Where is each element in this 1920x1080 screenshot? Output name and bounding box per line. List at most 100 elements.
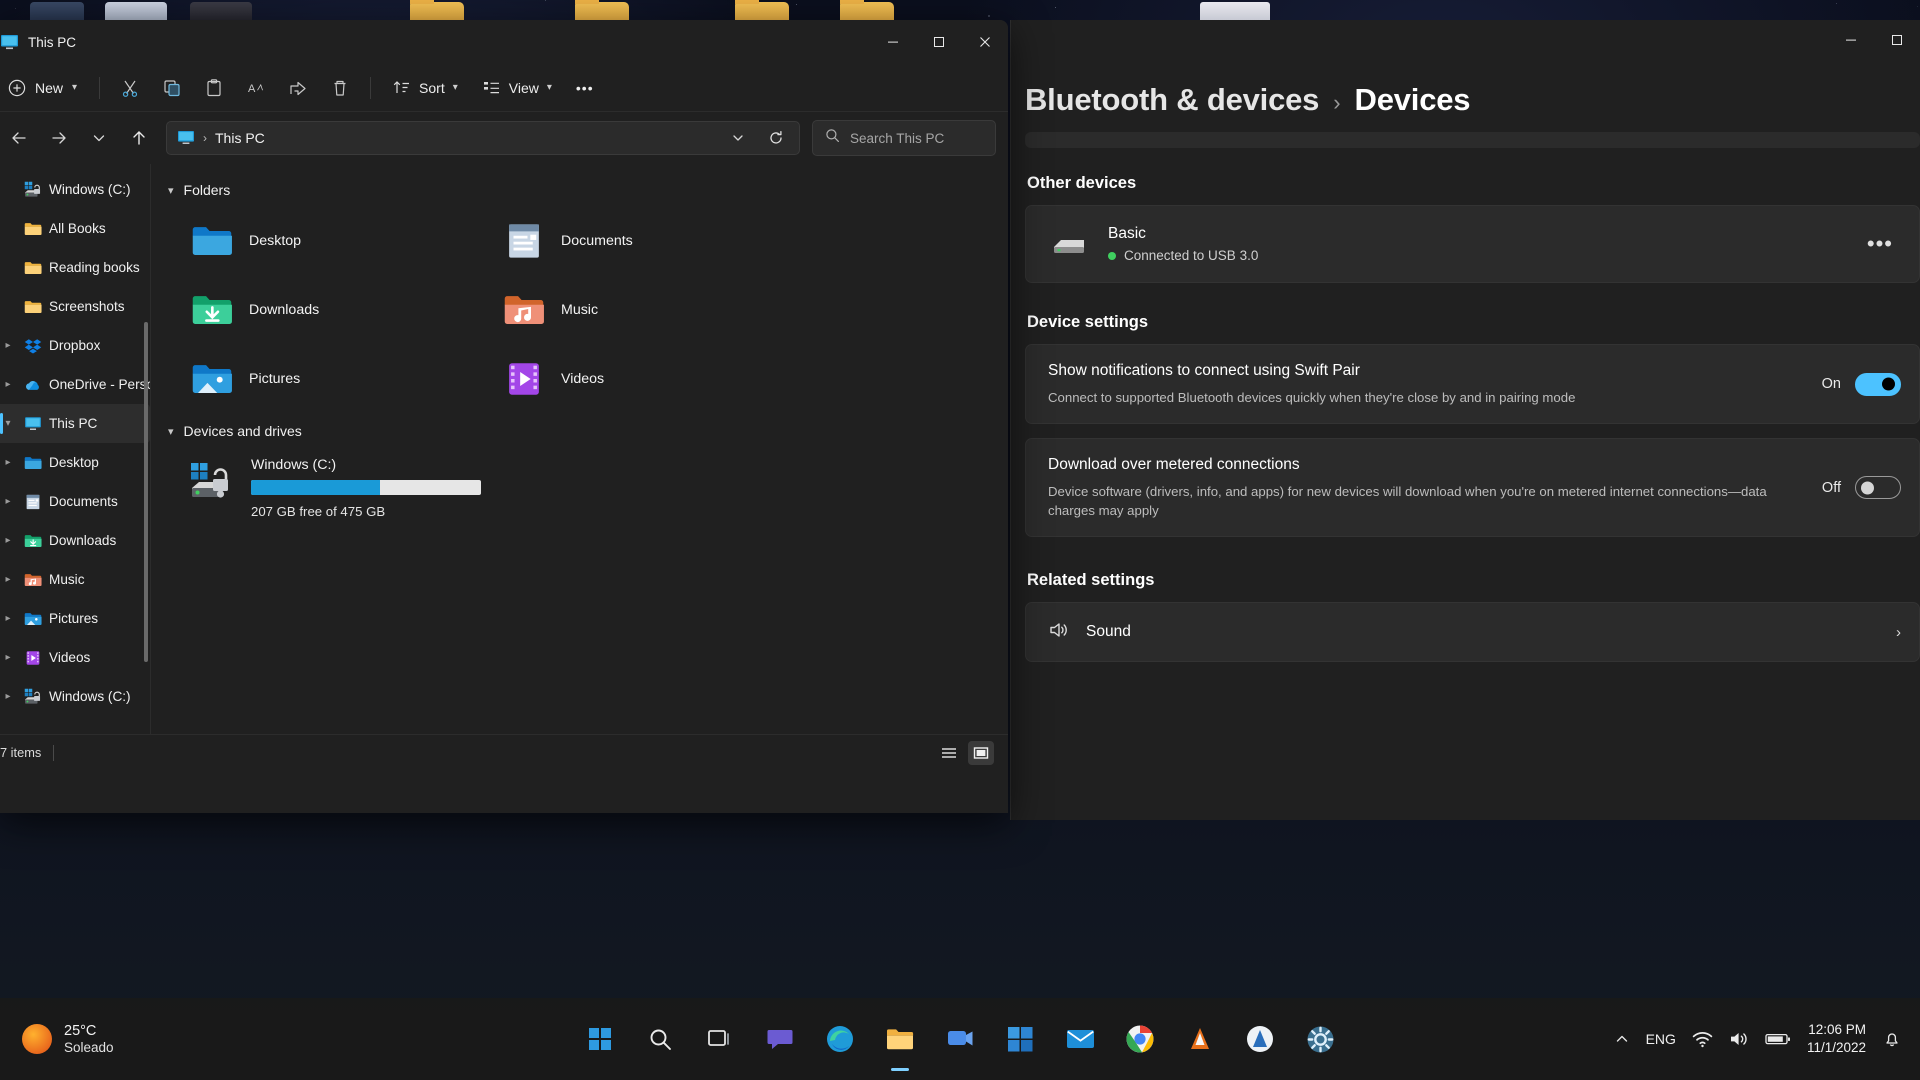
navigation-pane-scrollbar[interactable] bbox=[144, 322, 148, 662]
sidebar-item-this-pc[interactable]: ▾ This PC bbox=[0, 404, 150, 443]
settings-titlebar[interactable] bbox=[1011, 20, 1920, 68]
option-metered-download[interactable]: Download over metered connections Device… bbox=[1025, 438, 1920, 538]
view-button-label: View bbox=[508, 79, 539, 96]
related-setting-sound[interactable]: Sound › bbox=[1025, 602, 1920, 663]
task-view-icon[interactable] bbox=[698, 1017, 742, 1061]
folder-tile-documents[interactable]: Documents bbox=[477, 206, 789, 275]
sidebar-item-downloads[interactable]: ▸ Downloads bbox=[0, 521, 150, 560]
metered-download-toggle[interactable] bbox=[1855, 476, 1901, 500]
drive-item-windows-c[interactable]: Windows (C:) 207 GB free of 475 GB bbox=[165, 447, 1008, 519]
sidebar-item-desktop[interactable]: ▸ Desktop bbox=[0, 443, 150, 482]
chevron-right-icon[interactable]: ▸ bbox=[0, 496, 16, 507]
paste-icon[interactable] bbox=[194, 71, 234, 105]
settings-maximize-button[interactable] bbox=[1874, 20, 1920, 60]
edge-icon[interactable] bbox=[818, 1017, 862, 1061]
copy-icon[interactable] bbox=[152, 71, 192, 105]
up-arrow-icon[interactable] bbox=[120, 121, 158, 155]
option-swift-pair[interactable]: Show notifications to connect using Swif… bbox=[1025, 344, 1920, 425]
folder-tile-downloads[interactable]: Downloads bbox=[165, 275, 477, 344]
more-options-button[interactable]: ••• bbox=[565, 73, 605, 103]
folders-group-header[interactable]: ▾ Folders bbox=[168, 182, 1008, 198]
sidebar-item-label: This PC bbox=[49, 416, 98, 431]
swift-pair-toggle[interactable] bbox=[1855, 372, 1901, 396]
settings-gear-icon[interactable] bbox=[1298, 1017, 1342, 1061]
recent-locations-chevron-down-icon[interactable] bbox=[80, 121, 118, 155]
explorer-navigation-bar: › This PC Search This PC bbox=[0, 112, 1008, 164]
downloads-folder-icon bbox=[23, 531, 42, 550]
device-card-basic[interactable]: Basic Connected to USB 3.0 ••• bbox=[1025, 205, 1920, 283]
toolbar-divider bbox=[370, 76, 372, 99]
taskbar-clock[interactable]: 12:06 PM 11/1/2022 bbox=[1807, 1021, 1866, 1056]
sidebar-item-pictures[interactable]: ▸ Pictures bbox=[0, 599, 150, 638]
language-indicator[interactable]: ENG bbox=[1646, 1031, 1676, 1047]
folder-tile-label: Music bbox=[561, 301, 599, 318]
device-more-options-button[interactable]: ••• bbox=[1859, 227, 1901, 261]
chrome-icon[interactable] bbox=[1118, 1017, 1162, 1061]
breadcrumb-parent[interactable]: Bluetooth & devices bbox=[1025, 82, 1319, 118]
option-state-label: On bbox=[1821, 376, 1841, 393]
sidebar-item-all-books[interactable]: All Books bbox=[0, 209, 150, 248]
new-button[interactable]: New ▾ bbox=[0, 72, 89, 104]
share-icon[interactable] bbox=[278, 71, 318, 105]
battery-icon[interactable] bbox=[1765, 1032, 1791, 1046]
chevron-right-icon[interactable]: ▸ bbox=[0, 652, 16, 663]
folder-tile-videos[interactable]: Videos bbox=[477, 344, 789, 413]
address-bar[interactable]: › This PC bbox=[166, 121, 800, 155]
list-view-icon[interactable] bbox=[936, 741, 962, 765]
rename-icon[interactable]: A bbox=[236, 71, 276, 105]
refresh-icon[interactable] bbox=[761, 124, 791, 152]
chevron-right-icon[interactable]: ▸ bbox=[0, 457, 16, 468]
forward-arrow-icon[interactable] bbox=[40, 121, 78, 155]
sidebar-item-reading-books[interactable]: Reading books bbox=[0, 248, 150, 287]
drives-group-header[interactable]: ▾ Devices and drives bbox=[168, 423, 1008, 439]
taskbar-search-icon[interactable] bbox=[638, 1017, 682, 1061]
vlc-icon[interactable] bbox=[1178, 1017, 1222, 1061]
sidebar-item-screenshots[interactable]: Screenshots bbox=[0, 287, 150, 326]
sidebar-item-music[interactable]: ▸ Music bbox=[0, 560, 150, 599]
chevron-right-icon[interactable]: ▸ bbox=[0, 535, 16, 546]
mail-icon[interactable] bbox=[1058, 1017, 1102, 1061]
chevron-right-icon[interactable]: ▸ bbox=[0, 574, 16, 585]
folder-tile-pictures[interactable]: Pictures bbox=[165, 344, 477, 413]
folder-tile-music[interactable]: Music bbox=[477, 275, 789, 344]
file-explorer-icon[interactable] bbox=[878, 1017, 922, 1061]
explorer-maximize-button[interactable] bbox=[916, 26, 962, 58]
volume-icon[interactable] bbox=[1729, 1030, 1749, 1048]
explorer-close-button[interactable] bbox=[962, 26, 1008, 58]
sidebar-item-dropbox[interactable]: ▸ Dropbox bbox=[0, 326, 150, 365]
start-button[interactable] bbox=[578, 1017, 622, 1061]
chat-icon[interactable] bbox=[758, 1017, 802, 1061]
chevron-down-icon[interactable]: ▾ bbox=[0, 418, 16, 429]
microsoft-store-icon[interactable] bbox=[998, 1017, 1042, 1061]
chevron-right-icon[interactable]: ▸ bbox=[0, 340, 16, 351]
chevron-up-icon[interactable] bbox=[1614, 1031, 1630, 1047]
svg-text:A: A bbox=[248, 83, 256, 95]
search-input[interactable]: Search This PC bbox=[812, 120, 996, 156]
cut-icon[interactable] bbox=[110, 71, 150, 105]
chevron-right-icon[interactable]: ▸ bbox=[0, 613, 16, 624]
explorer-titlebar[interactable]: This PC bbox=[0, 20, 1008, 64]
sidebar-item-windows-c[interactable]: Windows (C:) bbox=[0, 170, 150, 209]
details-view-icon[interactable] bbox=[968, 740, 994, 765]
sort-button-label: Sort bbox=[419, 79, 445, 96]
chevron-right-icon[interactable]: ▸ bbox=[0, 691, 16, 702]
sort-button[interactable]: Sort ▾ bbox=[381, 71, 469, 104]
sidebar-item-documents[interactable]: ▸ Documents bbox=[0, 482, 150, 521]
explorer-title-group: This PC bbox=[0, 34, 870, 51]
sidebar-item-windows-c[interactable]: ▸ Windows (C:) bbox=[0, 677, 150, 716]
sidebar-item-videos[interactable]: ▸ Videos bbox=[0, 638, 150, 677]
settings-minimize-button[interactable] bbox=[1828, 20, 1874, 60]
weather-widget[interactable]: 25°C Soleado bbox=[0, 1022, 420, 1057]
teams-icon[interactable] bbox=[938, 1017, 982, 1061]
sidebar-item-onedrive-perso[interactable]: ▸ OneDrive - Perso bbox=[0, 365, 150, 404]
notification-bell-icon[interactable] bbox=[1882, 1029, 1902, 1049]
view-button[interactable]: View ▾ bbox=[471, 71, 563, 104]
chevron-right-icon[interactable]: ▸ bbox=[0, 379, 16, 390]
delete-icon[interactable] bbox=[320, 71, 360, 105]
address-dropdown-chevron-down-icon[interactable] bbox=[723, 124, 753, 152]
folder-tile-desktop[interactable]: Desktop bbox=[165, 206, 477, 275]
explorer-minimize-button[interactable] bbox=[870, 26, 916, 58]
back-arrow-icon[interactable] bbox=[0, 121, 38, 155]
app-circle-icon[interactable] bbox=[1238, 1017, 1282, 1061]
wifi-icon[interactable] bbox=[1692, 1031, 1713, 1048]
